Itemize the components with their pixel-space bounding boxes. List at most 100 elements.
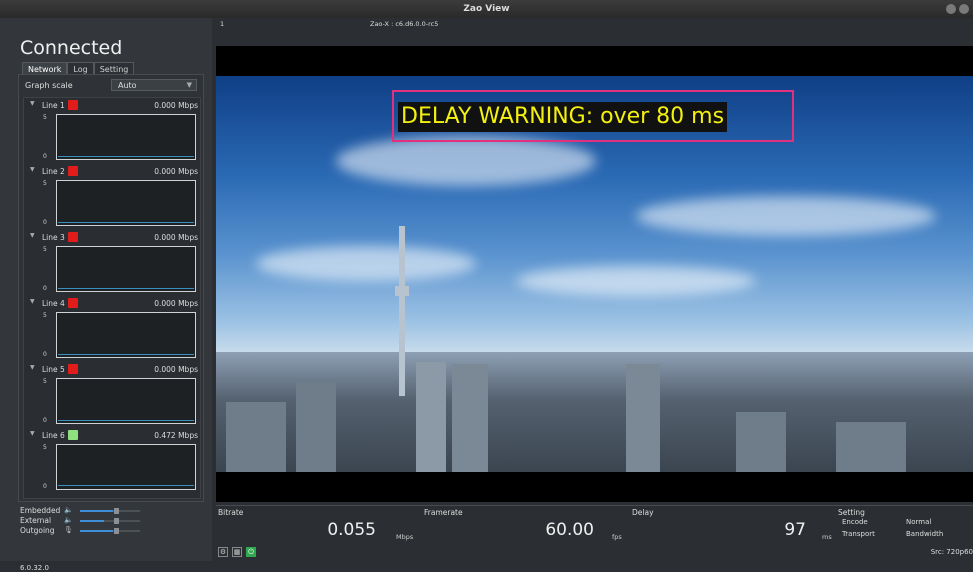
close-button[interactable] <box>959 4 969 14</box>
y-tick-min: 0 <box>43 483 47 490</box>
graph-scale-select[interactable]: Auto ▼ <box>111 79 197 91</box>
line-item: ▼ Line 6 0.472 Mbps 5 0 <box>24 428 202 494</box>
line-color-swatch <box>68 430 78 440</box>
y-tick-max: 5 <box>43 312 47 319</box>
app-version: 6.0.32.0 <box>20 564 49 572</box>
y-tick-max: 5 <box>43 180 47 187</box>
graph-trace <box>58 354 194 355</box>
line-name: Line 4 <box>42 299 65 308</box>
line-header[interactable]: ▼ Line 4 0.000 Mbps <box>30 298 198 310</box>
delay-stat: Delay 97 ms <box>630 505 836 543</box>
setting-label: Setting <box>838 508 865 517</box>
y-tick-min: 0 <box>43 153 47 160</box>
encode-label: Encode <box>842 518 868 526</box>
graph-scale-value: Auto <box>118 81 137 90</box>
volume-slider[interactable] <box>80 508 140 514</box>
setting-stat: Setting Encode Normal Transport Bandwidt… <box>836 505 973 543</box>
line-color-swatch <box>68 232 78 242</box>
source-resolution: Src: 720p60 <box>930 548 973 556</box>
collapse-arrow-icon[interactable]: ▼ <box>30 100 35 107</box>
collapse-arrow-icon[interactable]: ▼ <box>30 298 35 305</box>
line-graph <box>56 114 196 160</box>
framerate-stat: Framerate 60.00 fps <box>422 505 630 543</box>
line-header[interactable]: ▼ Line 6 0.472 Mbps <box>30 430 198 442</box>
line-color-swatch <box>68 364 78 374</box>
chart-icon[interactable]: ▦ <box>232 547 242 557</box>
line-graph <box>56 444 196 490</box>
line-item: ▼ Line 2 0.000 Mbps 5 0 <box>24 164 202 230</box>
window-controls <box>946 4 969 14</box>
city-skyline <box>216 352 973 472</box>
connection-status: Connected <box>20 37 123 59</box>
line-list: ▼ Line 1 0.000 Mbps 5 0 ▼ Line 2 0.000 M… <box>23 97 201 499</box>
framerate-label: Framerate <box>424 508 463 517</box>
audio-label: External <box>20 516 52 525</box>
line-header[interactable]: ▼ Line 5 0.000 Mbps <box>30 364 198 376</box>
transport-value: Bandwidth <box>906 530 944 538</box>
collapse-arrow-icon[interactable]: ▼ <box>30 166 35 173</box>
y-tick-max: 5 <box>43 114 47 121</box>
network-panel: Graph scale Auto ▼ ▼ Line 1 0.000 Mbps 5… <box>18 74 204 502</box>
slider-handle[interactable] <box>114 508 119 514</box>
graph-trace <box>58 156 194 157</box>
audio-row-embedded: Embedded 🔈 <box>20 506 200 516</box>
device-name: Zao-X : c6.d6.0.0-rc5 <box>370 20 439 28</box>
window-title: Zao View <box>463 4 510 14</box>
collapse-arrow-icon[interactable]: ▼ <box>30 232 35 239</box>
graph-trace <box>58 288 194 289</box>
line-color-swatch <box>68 166 78 176</box>
line-color-swatch <box>68 298 78 308</box>
video-preview[interactable]: DELAY WARNING: over 80 ms <box>216 46 973 502</box>
y-tick-max: 5 <box>43 246 47 253</box>
delay-warning-box: DELAY WARNING: over 80 ms <box>392 90 794 142</box>
audio-label: Embedded <box>20 506 61 515</box>
speaker-icon[interactable]: 🔈 <box>64 516 74 524</box>
y-tick-max: 5 <box>43 378 47 385</box>
line-color-swatch <box>68 100 78 110</box>
line-header[interactable]: ▼ Line 1 0.000 Mbps <box>30 100 198 112</box>
window-titlebar: Zao View <box>0 0 973 18</box>
line-graph <box>56 180 196 226</box>
slider-handle[interactable] <box>114 518 119 524</box>
slider-handle[interactable] <box>114 528 119 534</box>
y-tick-min: 0 <box>43 285 47 292</box>
bitrate-label: Bitrate <box>218 508 244 517</box>
graph-trace <box>58 222 194 223</box>
volume-slider[interactable] <box>80 518 140 524</box>
bottom-toolbar: ⚙ ▦ ⏻ Src: 720p60 <box>216 545 973 559</box>
line-rate: 0.000 Mbps <box>154 167 198 176</box>
power-icon[interactable]: ⏻ <box>246 547 256 557</box>
stats-bar: Bitrate 0.055 Mbps Framerate 60.00 fps D… <box>216 505 973 543</box>
main-view: 1 Zao-X : c6.d6.0.0-rc5 DELAY WARNING: o… <box>212 18 973 561</box>
audio-row-external: External 🔈 <box>20 516 200 526</box>
line-rate: 0.472 Mbps <box>154 431 198 440</box>
framerate-value: 60.00 <box>545 520 594 540</box>
chevron-down-icon: ▼ <box>186 81 192 89</box>
y-tick-min: 0 <box>43 351 47 358</box>
bitrate-stat: Bitrate 0.055 Mbps <box>216 505 422 543</box>
line-item: ▼ Line 1 0.000 Mbps 5 0 <box>24 98 202 164</box>
sidebar: Connected Network Log Setting Graph scal… <box>0 18 212 572</box>
line-rate: 0.000 Mbps <box>154 299 198 308</box>
line-graph <box>56 246 196 292</box>
graph-scale-label: Graph scale <box>25 81 73 90</box>
collapse-arrow-icon[interactable]: ▼ <box>30 430 35 437</box>
volume-slider[interactable] <box>80 528 140 534</box>
main-header: 1 Zao-X : c6.d6.0.0-rc5 <box>212 18 973 28</box>
line-name: Line 3 <box>42 233 65 242</box>
line-header[interactable]: ▼ Line 2 0.000 Mbps <box>30 166 198 178</box>
line-header[interactable]: ▼ Line 3 0.000 Mbps <box>30 232 198 244</box>
collapse-arrow-icon[interactable]: ▼ <box>30 364 35 371</box>
line-graph <box>56 312 196 358</box>
gear-icon[interactable]: ⚙ <box>218 547 228 557</box>
line-rate: 0.000 Mbps <box>154 365 198 374</box>
y-tick-min: 0 <box>43 219 47 226</box>
line-item: ▼ Line 4 0.000 Mbps 5 0 <box>24 296 202 362</box>
line-rate: 0.000 Mbps <box>154 233 198 242</box>
minimize-button[interactable] <box>946 4 956 14</box>
line-item: ▼ Line 3 0.000 Mbps 5 0 <box>24 230 202 296</box>
encode-value: Normal <box>906 518 932 526</box>
speaker-icon[interactable]: 🔈 <box>64 506 74 514</box>
audio-label: Outgoing <box>20 526 55 535</box>
microphone-icon[interactable]: 🎙 <box>64 526 74 534</box>
